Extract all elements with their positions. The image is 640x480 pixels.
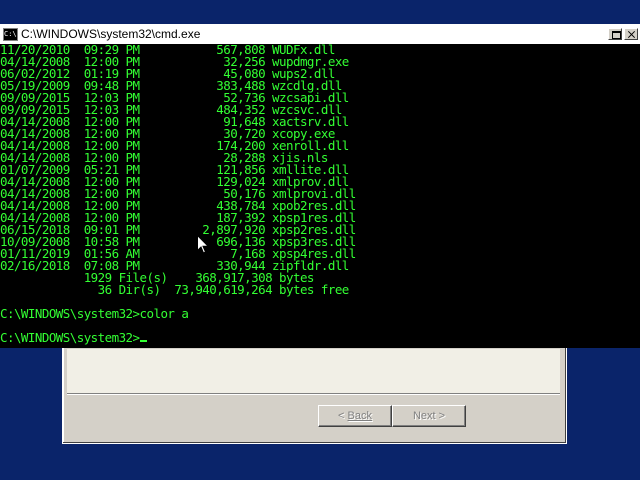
- window-title: C:\WINDOWS\system32\cmd.exe: [21, 27, 201, 41]
- prompt: C:\WINDOWS\system32>: [0, 330, 140, 345]
- dir-listing: 11/20/2010 09:29 PM 567,808 WUDFx.dll 04/…: [0, 44, 640, 272]
- console-output[interactable]: 11/20/2010 09:29 PM 567,808 WUDFx.dll 04/…: [0, 44, 640, 348]
- next-button[interactable]: Next >: [392, 405, 466, 427]
- cmd-titlebar[interactable]: C:\ C:\WINDOWS\system32\cmd.exe: [0, 24, 640, 44]
- current-prompt-line[interactable]: C:\WINDOWS\system32>: [0, 330, 640, 345]
- wizard-separator: [67, 393, 560, 395]
- back-button[interactable]: < Back: [318, 405, 392, 427]
- command-line: C:\WINDOWS\system32>color a: [0, 306, 640, 321]
- cmd-app-icon[interactable]: C:\: [3, 27, 18, 41]
- cmd-window[interactable]: C:\ C:\WINDOWS\system32\cmd.exe 11/20/20…: [0, 24, 640, 348]
- prompt: C:\WINDOWS\system32>: [0, 306, 140, 321]
- dirs-summary: 36 Dir(s) 73,940,619,264 bytes free: [0, 282, 350, 297]
- wizard-content-panel: [67, 349, 560, 394]
- command-text: color a: [139, 306, 189, 321]
- back-accel: <: [338, 410, 345, 422]
- back-label: Back: [347, 410, 372, 422]
- text-cursor: [139, 340, 147, 342]
- mouse-pointer-icon: [197, 235, 209, 254]
- maximize-icon[interactable]: [608, 28, 622, 40]
- close-icon[interactable]: [624, 28, 638, 40]
